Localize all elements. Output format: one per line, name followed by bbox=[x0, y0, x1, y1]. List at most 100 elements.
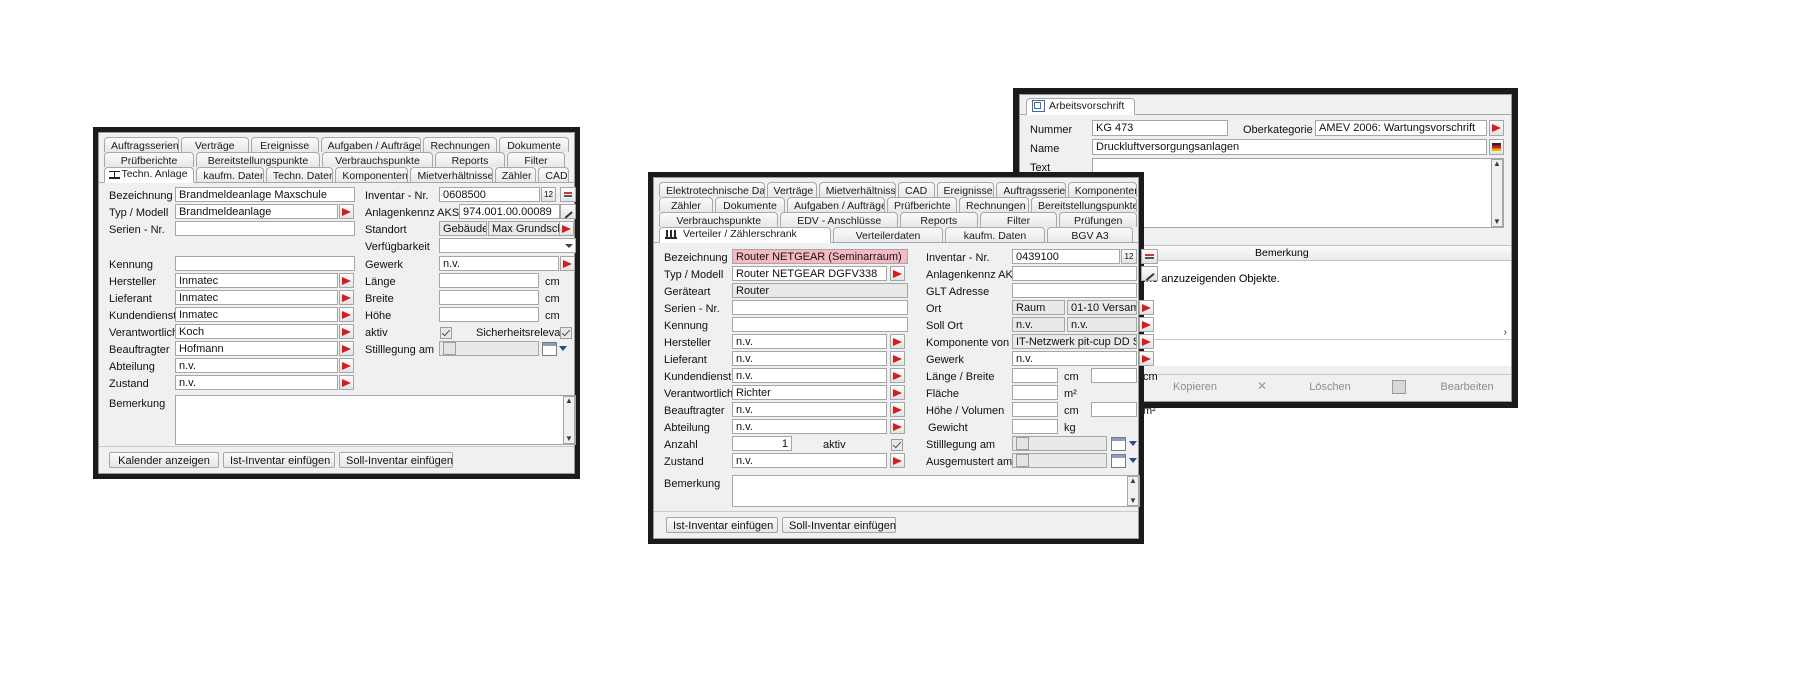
v-beauftragter-input[interactable]: n.v. bbox=[732, 402, 887, 417]
tab-bgv-a3[interactable]: BGV A3 bbox=[1047, 227, 1133, 243]
verfuegbarkeit-chevron-down-icon[interactable] bbox=[565, 244, 573, 248]
bemerkung-textarea[interactable]: ▲ ▼ bbox=[175, 395, 576, 445]
soll-inventar-einfuegen-button[interactable]: Soll-Inventar einfügen bbox=[339, 452, 453, 468]
tab-auftragsserien[interactable]: Auftragsserien bbox=[996, 182, 1066, 197]
window-technische-anlage[interactable]: Auftragsserien Verträge Ereignisse Aufga… bbox=[93, 127, 580, 479]
v-magic-wand-icon[interactable] bbox=[1141, 266, 1158, 281]
v-geraeteart-input[interactable]: Router bbox=[732, 283, 908, 298]
kundendienst-picker-icon[interactable] bbox=[339, 307, 354, 322]
v-aktiv-checkbox[interactable] bbox=[891, 439, 903, 451]
v-anzahl-input[interactable]: 1 bbox=[732, 436, 792, 451]
v-inventar-input[interactable]: 0439100 bbox=[1012, 249, 1120, 264]
v-hoehe-input[interactable] bbox=[1012, 402, 1058, 417]
aktiv-checkbox[interactable] bbox=[440, 327, 452, 339]
abteilung-picker-icon[interactable] bbox=[339, 358, 354, 373]
bezeichnung-input[interactable]: Brandmeldeanlage Maxschule bbox=[175, 187, 355, 202]
scroll-down-icon[interactable]: ▼ bbox=[1493, 218, 1501, 226]
v-hersteller-picker-icon[interactable] bbox=[890, 334, 905, 349]
v-sollort-value[interactable]: n.v. bbox=[1067, 317, 1137, 332]
v-stilllegung-calendar-icon[interactable] bbox=[1111, 437, 1126, 451]
edit-icon[interactable] bbox=[1392, 380, 1406, 394]
tab-ereignisse[interactable]: Ereignisse bbox=[250, 137, 319, 152]
aks-input[interactable]: 974.001.00.00089 bbox=[459, 204, 560, 219]
tab-arbeitsvorschrift[interactable]: Arbeitsvorschrift bbox=[1026, 98, 1136, 115]
tab-dokumente[interactable]: Dokumente bbox=[499, 137, 570, 152]
tab-pruefberichte[interactable]: Prüfberichte bbox=[104, 152, 194, 167]
bemerkung-textarea-body[interactable] bbox=[176, 396, 563, 444]
kundendienst-input[interactable]: Inmatec bbox=[175, 307, 338, 322]
v-stilllegung-chevron-down-icon[interactable] bbox=[1129, 441, 1137, 446]
tab-techn-daten[interactable]: Techn. Daten bbox=[265, 167, 334, 183]
v-bemerkung-scrollbar[interactable]: ▲ ▼ bbox=[1127, 476, 1139, 506]
tab-reports[interactable]: Reports bbox=[435, 152, 505, 167]
v-beauftragter-picker-icon[interactable] bbox=[890, 402, 905, 417]
hersteller-input[interactable]: Inmatec bbox=[175, 273, 338, 288]
v-typ-modell-picker-icon[interactable] bbox=[890, 266, 905, 281]
stilllegung-date-input[interactable] bbox=[439, 341, 539, 356]
v-abteilung-input[interactable]: n.v. bbox=[732, 419, 887, 434]
delete-icon[interactable]: ✕ bbox=[1257, 380, 1267, 392]
gewerk-input[interactable]: n.v. bbox=[439, 256, 559, 271]
pencil-icon[interactable] bbox=[560, 187, 576, 202]
verantwortlicher-input[interactable]: Koch bbox=[175, 324, 338, 339]
scroll-up-icon[interactable]: ▲ bbox=[565, 397, 573, 405]
tab-mietverhaeltnisse[interactable]: Mietverhältnisse bbox=[818, 182, 896, 197]
typ-modell-picker-icon[interactable] bbox=[339, 204, 354, 219]
tab-zaehler[interactable]: Zähler bbox=[659, 197, 713, 212]
v-serien-nr-input[interactable] bbox=[732, 300, 908, 315]
v-pencil-icon[interactable] bbox=[1141, 249, 1158, 264]
translate-icon[interactable] bbox=[1489, 139, 1504, 155]
v-komponente-input[interactable]: IT-Netzwerk pit-cup DD Semina bbox=[1012, 334, 1137, 349]
beauftragter-input[interactable]: Hofmann bbox=[175, 341, 338, 356]
abteilung-input[interactable]: n.v. bbox=[175, 358, 338, 373]
v-komponente-picker-icon[interactable] bbox=[1139, 334, 1154, 349]
toolbar-button-bearbeiten[interactable]: Bearbeiten bbox=[1412, 378, 1522, 396]
breite-input[interactable] bbox=[439, 290, 539, 305]
v-ausgemustert-date-checkbox[interactable] bbox=[1016, 454, 1029, 467]
stilllegung-date-checkbox[interactable] bbox=[443, 342, 456, 355]
v-verantwortlicher-picker-icon[interactable] bbox=[890, 385, 905, 400]
v-stilllegung-date-input[interactable] bbox=[1012, 436, 1107, 451]
tab-pruefberichte[interactable]: Prüfberichte bbox=[887, 197, 957, 212]
tab-reports[interactable]: Reports bbox=[899, 212, 978, 227]
tab-dokumente[interactable]: Dokumente bbox=[715, 197, 785, 212]
hoehe-input[interactable] bbox=[439, 307, 539, 322]
v-sollort-picker-icon[interactable] bbox=[1139, 317, 1154, 332]
v-kundendienst-picker-icon[interactable] bbox=[890, 368, 905, 383]
text-area-body[interactable] bbox=[1093, 159, 1491, 227]
v-gewerk-picker-icon[interactable] bbox=[1139, 351, 1154, 366]
tab-techn-anlage[interactable]: Techn. Anlage bbox=[104, 167, 195, 183]
magic-wand-icon[interactable] bbox=[560, 204, 576, 219]
tab-filter[interactable]: Filter bbox=[979, 212, 1058, 227]
zustand-input[interactable]: n.v. bbox=[175, 375, 338, 390]
tab-aufgaben-auftraege[interactable]: Aufgaben / Aufträge bbox=[320, 137, 422, 152]
verantwortlicher-picker-icon[interactable] bbox=[339, 324, 354, 339]
verfuegbarkeit-select[interactable] bbox=[439, 238, 576, 253]
v-gewerk-input[interactable]: n.v. bbox=[1012, 351, 1137, 366]
gewerk-picker-icon[interactable] bbox=[560, 256, 575, 271]
text-scrollbar[interactable]: ▲ ▼ bbox=[1491, 159, 1503, 227]
list-hscroll-right-icon[interactable]: › bbox=[1504, 327, 1507, 338]
laenge-input[interactable] bbox=[439, 273, 539, 288]
oberkategorie-input[interactable]: AMEV 2006: Wartungsvorschrift bbox=[1315, 120, 1487, 136]
tab-verbrauchspunkte[interactable]: Verbrauchspunkte bbox=[659, 212, 779, 227]
v-bemerkung-textarea-body[interactable] bbox=[733, 476, 1127, 506]
scroll-down-icon[interactable]: ▼ bbox=[1129, 497, 1137, 505]
v-gewicht-input[interactable] bbox=[1012, 419, 1058, 434]
oberkategorie-picker-icon[interactable] bbox=[1489, 120, 1504, 136]
lieferant-input[interactable]: Inmatec bbox=[175, 290, 338, 305]
v-lieferant-picker-icon[interactable] bbox=[890, 351, 905, 366]
serien-nr-input[interactable] bbox=[175, 221, 355, 236]
typ-modell-input[interactable]: Brandmeldeanlage bbox=[175, 204, 338, 219]
v-soll-inventar-einfuegen-button[interactable]: Soll-Inventar einfügen bbox=[782, 517, 896, 533]
v-zustand-input[interactable]: n.v. bbox=[732, 453, 887, 468]
bemerkung-scrollbar[interactable]: ▲ ▼ bbox=[563, 396, 575, 444]
tab-ereignisse[interactable]: Ereignisse bbox=[936, 182, 995, 197]
v-kundendienst-input[interactable]: n.v. bbox=[732, 368, 887, 383]
tab-cad[interactable]: CAD bbox=[897, 182, 935, 197]
v-verantwortlicher-input[interactable]: Richter bbox=[732, 385, 887, 400]
inventar-nr-input[interactable]: 0608500 bbox=[439, 187, 540, 202]
v-laenge-input[interactable] bbox=[1012, 368, 1058, 383]
v-abteilung-picker-icon[interactable] bbox=[890, 419, 905, 434]
tab-kaufm-daten[interactable]: kaufm. Daten bbox=[945, 227, 1045, 243]
